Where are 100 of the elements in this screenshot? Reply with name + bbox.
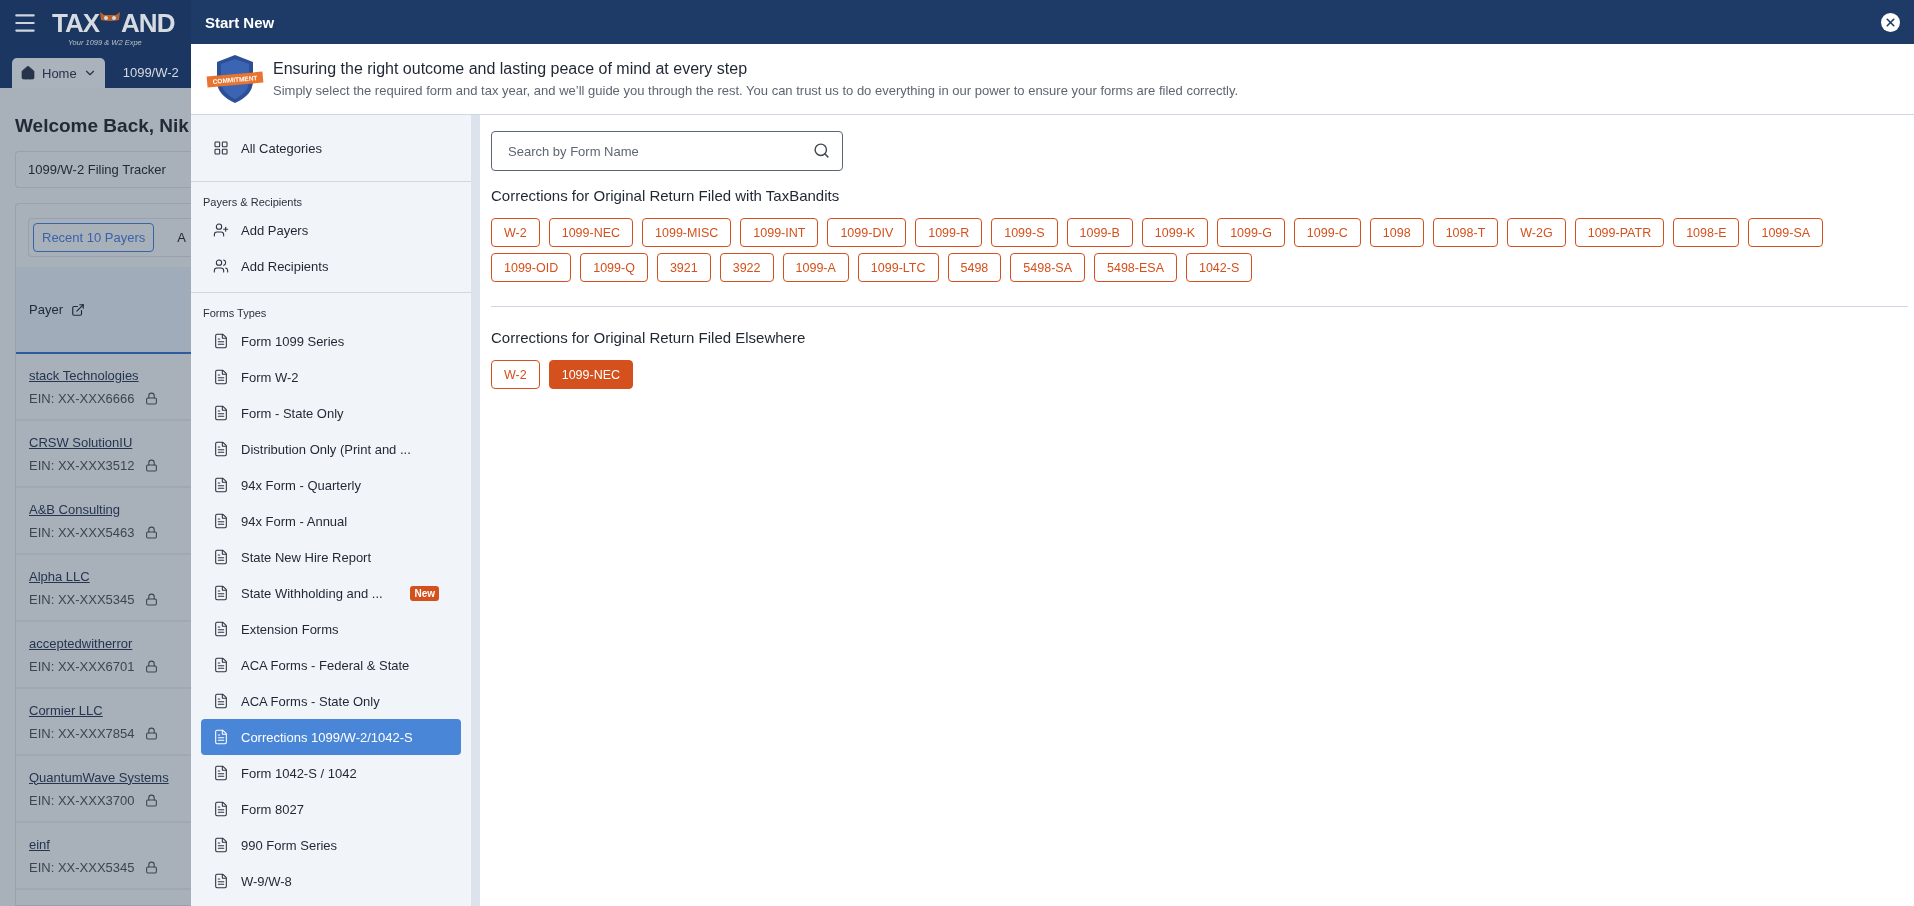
form-chip[interactable]: 1098-E	[1673, 218, 1740, 247]
form-chip[interactable]: W-2G	[1507, 218, 1566, 247]
form-chip[interactable]: 1099-LTC	[857, 253, 939, 282]
category-label: Form 1099 Series	[241, 333, 345, 349]
section-title: Payers & Recipients	[202, 195, 304, 210]
category-label: ACA Forms - Federal & State	[241, 657, 410, 673]
form-chip[interactable]: 1099-NEC	[548, 218, 634, 247]
add-person-icon	[213, 222, 229, 238]
form-chip[interactable]: 1099-OID	[491, 253, 572, 282]
form-chip[interactable]: 1099-Q	[580, 253, 648, 282]
form-chip[interactable]: 3922	[719, 253, 774, 282]
lock-icon	[144, 525, 158, 539]
category-label: W-9/W-8	[241, 873, 292, 889]
category-label: Corrections 1099/W-2/1042-S	[241, 729, 413, 745]
category-item[interactable]: Form 1099 Series	[201, 323, 461, 359]
form-chip[interactable]: 1098	[1369, 218, 1424, 247]
payer-link[interactable]: stack Technologies	[29, 367, 191, 383]
form-chip[interactable]: 1099-C	[1293, 218, 1361, 247]
category-item[interactable]: 990 Form Series	[201, 827, 461, 863]
category-item[interactable]: 94x Form - Annual	[201, 503, 461, 539]
ein-text: EIN: XX-XXX5345	[29, 859, 135, 875]
form-chip[interactable]: W-2	[491, 360, 540, 389]
ein-text: EIN: XX-XXX6701	[29, 658, 135, 674]
category-label: Form W-2	[241, 369, 299, 385]
category-item[interactable]: Distribution Only (Print and ...	[201, 431, 461, 467]
category-item[interactable]: Add Payers	[201, 212, 461, 248]
category-item[interactable]: Form W-2	[201, 359, 461, 395]
form-chip[interactable]: 1099-SA	[1748, 218, 1824, 247]
filter-tab[interactable]: A	[168, 223, 191, 252]
close-icon	[1884, 15, 1897, 29]
nav-tab[interactable]: Home	[12, 58, 105, 88]
category-item[interactable]: State Withholding and ... New	[201, 575, 461, 611]
welcome-heading: Welcome Back, Nik	[14, 114, 190, 137]
dialog-title: Start New	[205, 13, 275, 31]
form-chip[interactable]: 1099-INT	[740, 218, 819, 247]
document-icon	[213, 765, 229, 781]
category-label: Add Recipients	[241, 258, 329, 274]
lock-icon	[144, 659, 158, 673]
category-item[interactable]: 94x Form - Quarterly	[201, 467, 461, 503]
category-item[interactable]: Form - State Only	[201, 395, 461, 431]
external-link-icon[interactable]	[70, 302, 85, 317]
group-heading: Corrections for Original Return Filed Elsewhere	[491, 329, 807, 346]
form-chip[interactable]: 1042-S	[1185, 253, 1253, 282]
document-icon	[213, 585, 229, 601]
form-chip[interactable]: 1098-T	[1432, 218, 1499, 247]
category-item[interactable]: Form 8027	[201, 791, 461, 827]
nav-tab[interactable]: 1099/W-2	[114, 57, 187, 88]
form-chip[interactable]: 3921	[656, 253, 711, 282]
document-icon	[213, 837, 229, 853]
lock-icon	[144, 793, 158, 807]
category-label: Extension Forms	[241, 621, 339, 637]
form-chip[interactable]: 1099-K	[1141, 218, 1209, 247]
form-chip[interactable]: 1099-G	[1217, 218, 1285, 247]
close-button[interactable]	[1881, 12, 1900, 32]
form-chip[interactable]: 1099-S	[991, 218, 1058, 247]
category-label: Form 8027	[241, 801, 304, 817]
document-icon	[213, 621, 229, 637]
ein-text: EIN: XX-XXX3512	[29, 457, 135, 473]
form-chip[interactable]: 5498-SA	[1010, 253, 1085, 282]
payer-link[interactable]: acceptedwitherror	[29, 635, 191, 651]
lock-icon	[144, 726, 158, 740]
form-chip[interactable]: 1099-B	[1066, 218, 1133, 247]
payer-link[interactable]: Cormier LLC	[29, 702, 191, 718]
form-chip[interactable]: 1099-A	[782, 253, 849, 282]
tracker-dropdown[interactable]: 1099/W-2 Filing Tracker	[15, 151, 191, 188]
section-title: Forms Types	[202, 306, 268, 321]
payer-link[interactable]: A&B Consulting	[29, 501, 191, 517]
category-label: 990 Form Series	[241, 837, 338, 853]
form-chip[interactable]: 1099-MISC	[642, 218, 732, 247]
group-heading: Corrections for Original Return Filed with TaxBandits	[491, 187, 841, 204]
new-badge: New	[410, 585, 439, 601]
logo-text: TAX	[52, 10, 100, 36]
category-item[interactable]: Corrections 1099/W-2/1042-S	[201, 719, 461, 755]
category-item[interactable]: Form 1042-S / 1042	[201, 755, 461, 791]
lock-icon	[144, 458, 158, 472]
form-chip[interactable]: 1099-PATR	[1574, 218, 1665, 247]
category-item[interactable]: ACA Forms - Federal & State	[201, 647, 461, 683]
all-categories-item[interactable]: All Categories	[201, 123, 461, 173]
category-item[interactable]: State New Hire Report	[201, 539, 461, 575]
filter-tab[interactable]: Recent 10 Payers	[33, 223, 155, 252]
form-chip[interactable]: W-2	[491, 218, 540, 247]
payer-link[interactable]: QuantumWave Systems	[29, 769, 191, 785]
search-field[interactable]: Search by Form Name	[491, 131, 843, 171]
payer-link[interactable]: Alpha LLC	[29, 568, 191, 584]
form-chip[interactable]: 1099-DIV	[827, 218, 907, 247]
form-chip[interactable]: 5498-ESA	[1094, 253, 1177, 282]
column-header: Payer	[29, 302, 63, 317]
category-item[interactable]: Extension Forms	[201, 611, 461, 647]
ein-text: EIN: XX-XXX7854	[29, 725, 135, 741]
form-chip[interactable]: 1099-R	[915, 218, 983, 247]
category-label: State New Hire Report	[241, 549, 372, 565]
payer-link[interactable]: CRSW SolutionIU	[29, 434, 191, 450]
category-item[interactable]: ACA Forms - State Only	[201, 683, 461, 719]
form-chip[interactable]: 1099-NEC	[548, 360, 634, 389]
category-item[interactable]: Add Recipients	[201, 248, 461, 284]
category-label: Add Payers	[241, 222, 309, 238]
form-chip[interactable]: 5498	[947, 253, 1002, 282]
grid-icon	[213, 140, 229, 156]
payer-link[interactable]: einf	[29, 836, 191, 852]
category-item[interactable]: W-9/W-8	[201, 863, 461, 899]
